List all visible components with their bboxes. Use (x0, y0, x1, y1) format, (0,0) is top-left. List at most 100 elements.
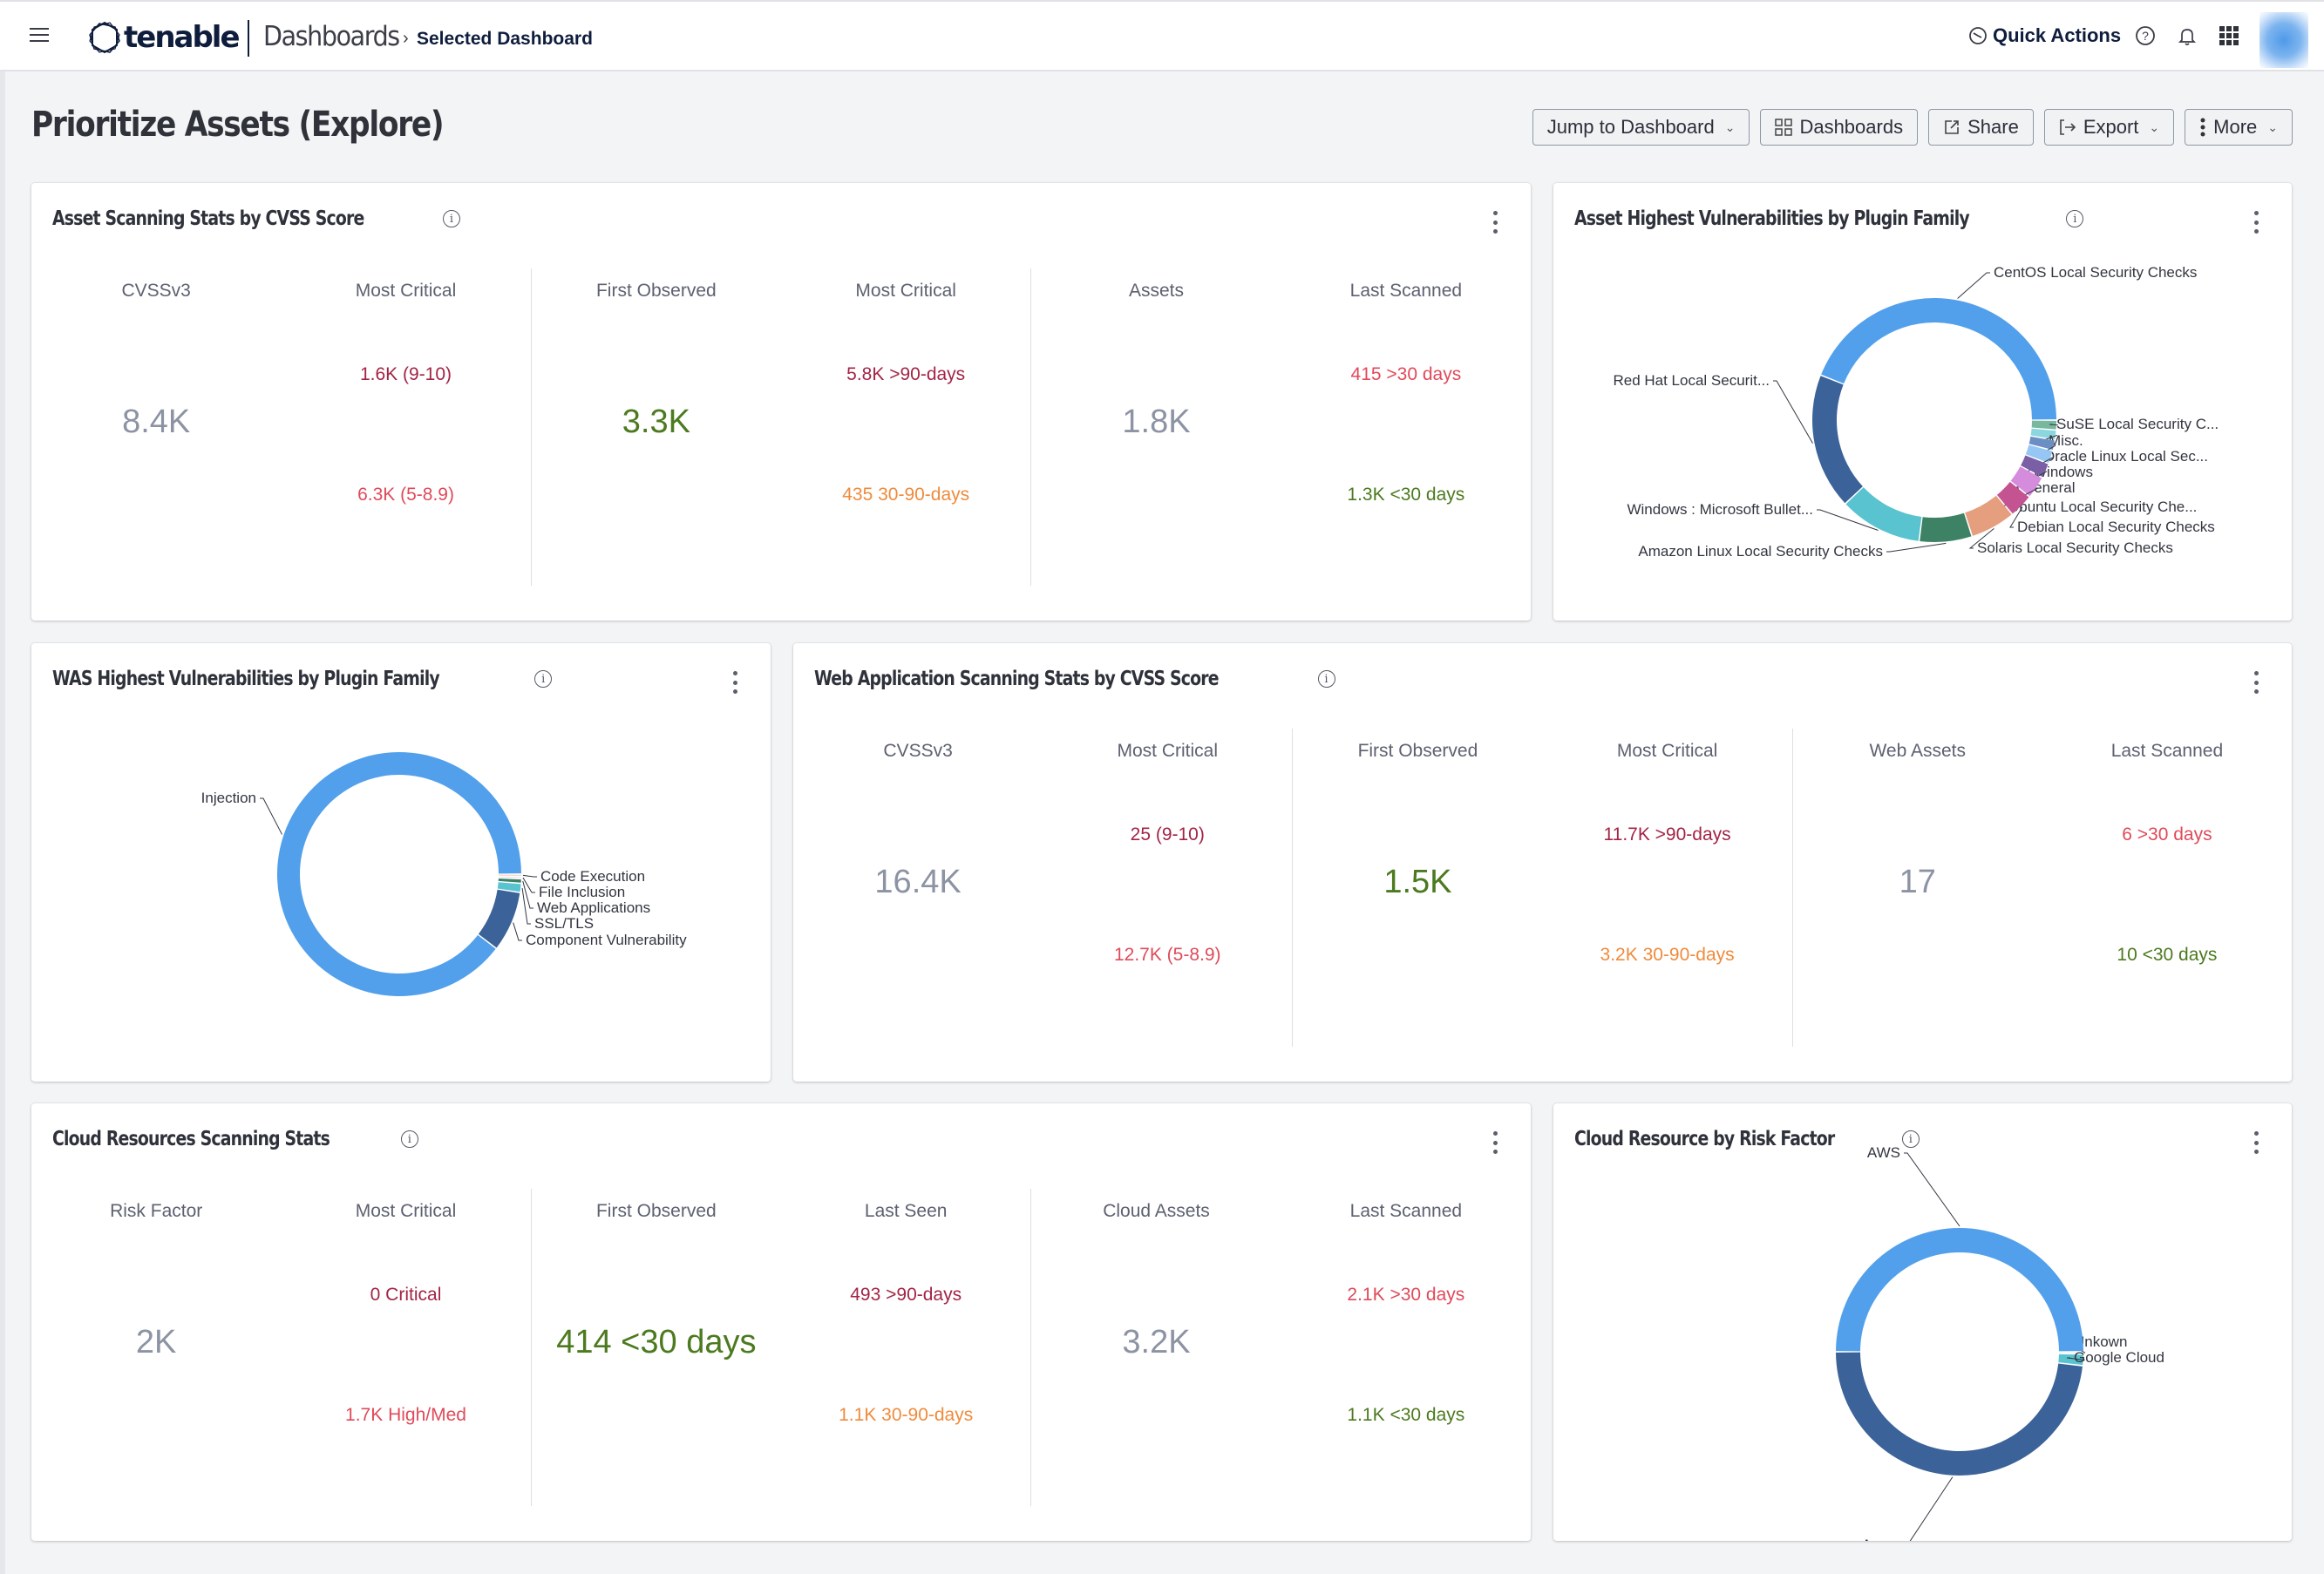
tenable-hexagon-icon (89, 21, 120, 54)
stat-critical-value[interactable]: 25 (9-10) (1043, 824, 1292, 845)
stat-recent-value[interactable]: 1.1K <30 days (1281, 1405, 1531, 1426)
stat-old-value[interactable]: 5.8K >90-days (781, 364, 1030, 385)
stat-stale-value[interactable]: 6 >30 days (2042, 824, 2292, 845)
stat-heading: Last Scanned (1349, 281, 1463, 301)
donut-slice[interactable] (498, 878, 521, 883)
stat-heading: First Observed (595, 1201, 717, 1221)
share-label: Share (1967, 116, 2019, 138)
stat-high-value[interactable]: 12.7K (5-8.9) (1043, 945, 1292, 966)
donut-slice-label: Azure (1862, 1537, 1900, 1541)
stat-stale-value[interactable]: 415 >30 days (1281, 364, 1531, 385)
svg-text:?: ? (2142, 29, 2149, 43)
stat-group-cloud-assets: Cloud Assets 3.2K Last Scanned 2.1K >30 … (1030, 1189, 1531, 1506)
breadcrumb-current: Selected Dashboard (417, 29, 593, 49)
stat-heading: Most Critical (1117, 741, 1219, 761)
stat-group-first-observed: First Observed 1.5K Most Critical 11.7K … (1292, 729, 1791, 1047)
stat-total-value[interactable]: 3.2K (1031, 1324, 1281, 1361)
card-menu-kebab-icon[interactable] (1491, 211, 1499, 234)
stat-group-assets: Assets 1.8K Last Scanned 415 >30 days 1.… (1030, 268, 1531, 586)
stat-heading: Last Scanned (2110, 741, 2224, 761)
stat-mid-age-value[interactable]: 3.2K 30-90-days (1543, 945, 1792, 966)
chevron-down-icon: ⌄ (2267, 119, 2278, 134)
stat-high-value[interactable]: 6.3K (5-8.9) (281, 485, 530, 505)
stat-heading: CVSSv3 (121, 281, 191, 301)
stat-heading: CVSSv3 (883, 741, 953, 761)
stat-group-cvss: CVSSv3 16.4K Most Critical 25 (9-10) 12.… (793, 729, 1292, 1047)
donut-slice[interactable] (1920, 512, 1972, 542)
donut-slice[interactable] (498, 874, 521, 876)
donut-slice-label: AWS (1867, 1144, 1900, 1161)
dashboards-button[interactable]: Dashboards (1760, 109, 1919, 146)
stat-total-value[interactable]: 8.4K (31, 404, 281, 441)
stat-heading: Most Critical (355, 281, 457, 301)
stat-critical-value[interactable]: 1.6K (9-10) (281, 364, 530, 385)
stat-stale-value[interactable]: 2.1K >30 days (1281, 1285, 1531, 1306)
brand-name: tenable (124, 20, 241, 55)
donut-slice-label: File Inclusion (539, 884, 625, 900)
card-menu-kebab-icon[interactable] (1491, 1131, 1499, 1154)
stat-total-value[interactable]: 3.3K (532, 404, 781, 441)
stat-total-value[interactable]: 2K (31, 1324, 281, 1361)
donut-slice[interactable] (498, 876, 521, 879)
notifications-bell-icon[interactable] (2176, 24, 2198, 47)
donut-slice-label: Web Applications (537, 899, 650, 916)
stat-heading: Most Critical (355, 1201, 457, 1221)
stat-mid-age-value[interactable]: 1.1K 30-90-days (781, 1405, 1030, 1426)
stats-grid: Risk Factor 2K Most Critical 0 Critical … (31, 1189, 1531, 1506)
stat-recent-value[interactable]: 1.3K <30 days (1281, 485, 1531, 505)
jump-to-dashboard-label: Jump to Dashboard (1546, 116, 1715, 138)
more-button[interactable]: More ⌄ (2185, 109, 2293, 146)
stat-heading: Web Assets (1869, 741, 1966, 761)
more-label: More (2213, 116, 2258, 138)
info-icon[interactable]: i (1317, 670, 1335, 688)
help-icon[interactable]: ? (2134, 24, 2157, 47)
stat-mid-age-value[interactable]: 435 30-90-days (781, 485, 1030, 505)
share-icon (1945, 120, 1959, 134)
card-menu-kebab-icon[interactable] (2252, 671, 2260, 694)
breadcrumb-dashboards[interactable]: Dashboards (263, 21, 400, 52)
stat-recent-value[interactable]: 10 <30 days (2042, 945, 2292, 966)
user-avatar[interactable] (2259, 12, 2308, 68)
donut-leader-line (513, 922, 522, 941)
stat-total-value[interactable]: 1.8K (1031, 404, 1281, 441)
card-title: Cloud Resources Scanning Stats (52, 1128, 330, 1150)
stat-total-value[interactable]: 16.4K (793, 864, 1043, 901)
donut-slice[interactable] (1836, 1228, 2083, 1352)
app-grid-icon[interactable] (2218, 24, 2240, 47)
donut-slice[interactable] (277, 751, 521, 996)
tenable-logo[interactable]: tenable (87, 19, 241, 56)
stat-total-value[interactable]: 1.5K (1293, 864, 1542, 901)
card-asset-scanning-stats: Asset Scanning Stats by CVSS Score i CVS… (31, 183, 1531, 621)
cloud-risk-donut-chart: UnkownGoogle CloudAzureAWS (1836, 1144, 2164, 1541)
stat-group-first-observed: First Observed 3.3K Most Critical 5.8K >… (530, 268, 1031, 586)
share-button[interactable]: Share (1928, 109, 2034, 146)
donut-leader-line (1904, 1152, 1960, 1227)
stat-critical-value[interactable]: 0 Critical (281, 1285, 530, 1306)
page-title: Prioritize Assets (Explore) (31, 105, 445, 145)
stat-heading: Last Scanned (1349, 1201, 1463, 1221)
quick-actions-button[interactable]: Quick Actions (1968, 24, 2121, 47)
donut-slice[interactable] (1836, 1352, 2083, 1476)
stat-total-value[interactable]: 414 <30 days (532, 1324, 781, 1361)
donut-leader-line (260, 797, 282, 835)
info-icon[interactable]: i (442, 210, 460, 227)
stat-high-value[interactable]: 1.7K High/Med (281, 1405, 530, 1426)
stat-old-value[interactable]: 493 >90-days (781, 1285, 1030, 1306)
donut-leader-line (1909, 1476, 1954, 1541)
donut-slice[interactable] (1821, 297, 2056, 420)
info-icon[interactable]: i (400, 1130, 418, 1148)
donut-slice[interactable] (1812, 376, 1863, 504)
stat-heading: Last Seen (864, 1201, 948, 1221)
stat-total-value[interactable]: 17 (1793, 864, 2042, 901)
breadcrumb-separator: › (403, 29, 409, 48)
jump-to-dashboard-button[interactable]: Jump to Dashboard ⌄ (1532, 109, 1750, 146)
donut-slice[interactable] (1845, 487, 1922, 541)
hamburger-menu-icon[interactable] (30, 28, 49, 45)
card-web-app-scanning-stats: Web Application Scanning Stats by CVSS S… (793, 643, 2292, 1082)
export-button[interactable]: Export ⌄ (2043, 109, 2175, 146)
donut-slice[interactable] (478, 889, 520, 948)
stats-grid: CVSSv3 16.4K Most Critical 25 (9-10) 12.… (793, 729, 2292, 1047)
header-actions: Jump to Dashboard ⌄ Dashboards Share Exp… (1532, 109, 2293, 146)
header-divider (248, 20, 249, 57)
stat-old-value[interactable]: 11.7K >90-days (1543, 824, 1792, 845)
